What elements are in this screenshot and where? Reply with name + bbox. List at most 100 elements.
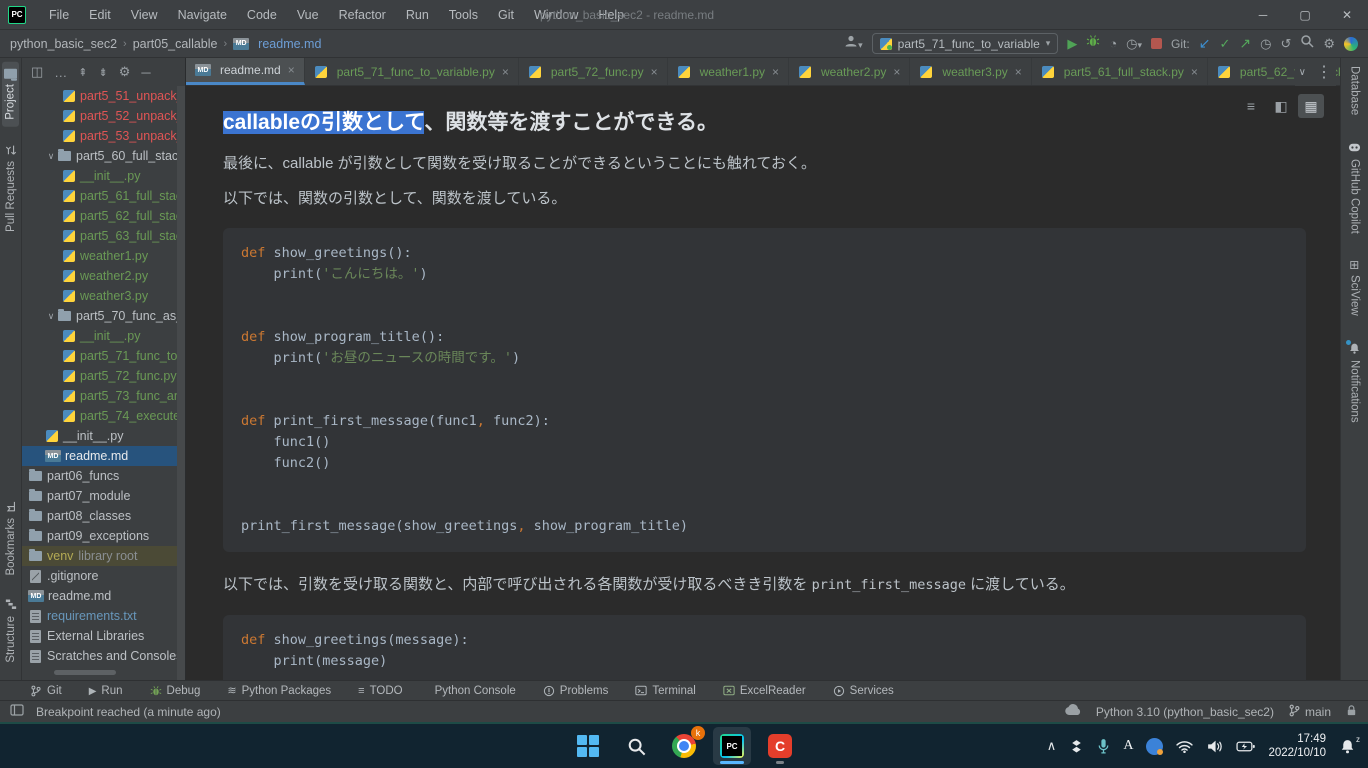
profiler-button[interactable]: ◷▾ — [1126, 37, 1142, 50]
breadcrumb-item[interactable]: MDreadme.md — [233, 37, 321, 51]
tree-item[interactable]: __init__.py — [22, 426, 177, 446]
tree-item[interactable]: MDreadme.md — [22, 446, 177, 466]
tree-item[interactable]: part5_63_full_stack_ — [22, 226, 177, 246]
close-icon[interactable]: × — [502, 65, 509, 79]
volume-icon[interactable] — [1206, 739, 1223, 754]
editor-tab[interactable]: weather3.py× — [910, 58, 1031, 85]
editor-tab[interactable]: part5_61_full_stack.py× — [1032, 58, 1208, 85]
stop-button[interactable] — [1151, 38, 1162, 49]
tool-strip-button[interactable]: Pull Requests — [3, 137, 19, 239]
project-scrollbar-track[interactable] — [177, 86, 185, 680]
tree-item[interactable]: part5_73_func_and_ — [22, 386, 177, 406]
microphone-tray-icon[interactable] — [1097, 738, 1110, 755]
debug-button[interactable] — [1086, 34, 1100, 53]
tree-item[interactable]: part5_62_full_stack_ — [22, 206, 177, 226]
tool-window-button[interactable]: Terminal — [635, 685, 695, 697]
pycharm-taskbar-icon[interactable]: PC — [713, 727, 751, 765]
tool-window-button[interactable]: Git — [30, 685, 62, 697]
close-icon[interactable]: × — [1191, 65, 1198, 79]
cloud-sync-icon[interactable] — [1064, 704, 1082, 719]
python-interpreter[interactable]: Python 3.10 (python_basic_sec2) — [1096, 705, 1274, 719]
close-icon[interactable]: × — [651, 65, 658, 79]
tool-strip-button[interactable]: Bookmarks — [3, 494, 19, 583]
tree-item[interactable]: __init__.py — [22, 166, 177, 186]
tree-item[interactable]: Scratches and Consoles — [22, 646, 177, 666]
tree-item[interactable]: part09_exceptions — [22, 526, 177, 546]
more-options-icon[interactable]: … — [54, 65, 67, 80]
maximize-button[interactable]: ▢ — [1284, 0, 1326, 29]
tree-item[interactable]: part5_71_func_to_va — [22, 346, 177, 366]
profile-icon[interactable]: ▾ — [844, 34, 863, 53]
editor-tab[interactable]: part5_72_func.py× — [519, 58, 668, 85]
camtasia-taskbar-icon[interactable]: C — [761, 727, 799, 765]
close-icon[interactable]: × — [1015, 65, 1022, 79]
tool-strip-button[interactable]: Project — [2, 62, 19, 127]
menu-item[interactable]: File — [40, 5, 78, 25]
tool-window-button[interactable]: ≡TODO — [358, 685, 402, 697]
run-configuration-select[interactable]: part5_71_func_to_variable▾ — [872, 33, 1059, 54]
expand-all-icon[interactable]: ⇞ — [78, 66, 87, 79]
menu-item[interactable]: View — [122, 5, 167, 25]
editor-tab[interactable]: weather2.py× — [789, 58, 910, 85]
tool-window-button[interactable]: Problems — [543, 685, 609, 697]
menu-item[interactable]: Refactor — [330, 5, 395, 25]
tool-window-button[interactable]: Python Console — [430, 685, 516, 697]
menu-item[interactable]: Code — [238, 5, 286, 25]
tree-item[interactable]: ∨part5_60_full_stack — [22, 146, 177, 166]
panel-settings-gear-icon[interactable]: ⚙ — [119, 64, 131, 80]
toggle-panels-icon[interactable] — [10, 704, 24, 719]
ime-mode-indicator[interactable]: A — [1123, 738, 1133, 754]
hide-panel-icon[interactable]: ─ — [141, 65, 150, 80]
tree-item[interactable]: weather2.py — [22, 266, 177, 286]
chevron-down-icon[interactable]: ∨ — [45, 311, 57, 322]
editor-tab[interactable]: MDreadme.md× — [186, 58, 305, 85]
start-button[interactable] — [569, 727, 607, 765]
close-button[interactable]: ✕ — [1326, 0, 1368, 29]
code-with-me-icon[interactable] — [1344, 37, 1358, 51]
tree-item[interactable]: part5_53_unpack_an — [22, 126, 177, 146]
tree-item[interactable]: part5_72_func.py — [22, 366, 177, 386]
close-icon[interactable]: × — [772, 65, 779, 79]
tool-strip-button[interactable]: Structure — [3, 592, 19, 670]
wifi-icon[interactable] — [1176, 740, 1193, 753]
search-icon[interactable] — [1300, 34, 1314, 53]
menu-item[interactable]: Navigate — [169, 5, 236, 25]
tool-strip-button[interactable]: Database — [1349, 66, 1361, 115]
editor-only-icon[interactable]: ≡ — [1238, 94, 1264, 118]
menu-item[interactable]: Edit — [80, 5, 120, 25]
notification-bell-icon[interactable]: z — [1339, 738, 1356, 755]
tree-item[interactable]: requirements.txt — [22, 606, 177, 626]
dropbox-tray-icon[interactable] — [1069, 739, 1084, 754]
split-view-icon[interactable]: ◧ — [1268, 94, 1294, 118]
menu-item[interactable]: Git — [489, 5, 523, 25]
settings-gear-icon[interactable]: ⚙ — [1323, 37, 1335, 50]
tray-app-icon[interactable] — [1146, 738, 1163, 755]
close-icon[interactable]: × — [893, 65, 900, 79]
git-update-button[interactable]: ↙ — [1199, 35, 1211, 52]
tree-item[interactable]: part5_61_full_stack.p — [22, 186, 177, 206]
chevron-down-icon[interactable]: ∨ — [45, 151, 57, 162]
tree-item[interactable]: venvlibrary root — [22, 546, 177, 566]
breadcrumb-item[interactable]: python_basic_sec2 — [10, 37, 117, 51]
select-opened-file-icon[interactable]: ◫ — [31, 64, 43, 80]
tree-item[interactable]: part06_funcs — [22, 466, 177, 486]
tabs-overflow-chevron-icon[interactable]: ∨ — [1299, 67, 1306, 78]
close-icon[interactable]: × — [288, 63, 295, 77]
history-button[interactable]: ◷ — [1260, 37, 1271, 50]
chrome-taskbar-icon[interactable]: k — [665, 727, 703, 765]
breadcrumb-item[interactable]: part05_callable — [133, 37, 218, 51]
tool-window-button[interactable]: ≋Python Packages — [227, 684, 331, 697]
menu-item[interactable]: Run — [397, 5, 438, 25]
git-push-button[interactable]: ↗ — [1239, 35, 1251, 52]
git-commit-button[interactable]: ✓ — [1219, 36, 1230, 52]
tray-chevron-up-icon[interactable]: ∧ — [1047, 738, 1057, 754]
tool-window-button[interactable]: ExcelReader — [723, 685, 806, 697]
tree-item[interactable]: __init__.py — [22, 326, 177, 346]
menu-item[interactable]: Vue — [288, 5, 328, 25]
git-branch[interactable]: main — [1288, 704, 1331, 720]
lock-icon[interactable] — [1345, 704, 1358, 720]
battery-icon[interactable] — [1236, 741, 1255, 752]
tree-item[interactable]: part07_module — [22, 486, 177, 506]
menu-item[interactable]: Tools — [440, 5, 487, 25]
taskbar-clock[interactable]: 17:49 2022/10/10 — [1268, 732, 1326, 760]
